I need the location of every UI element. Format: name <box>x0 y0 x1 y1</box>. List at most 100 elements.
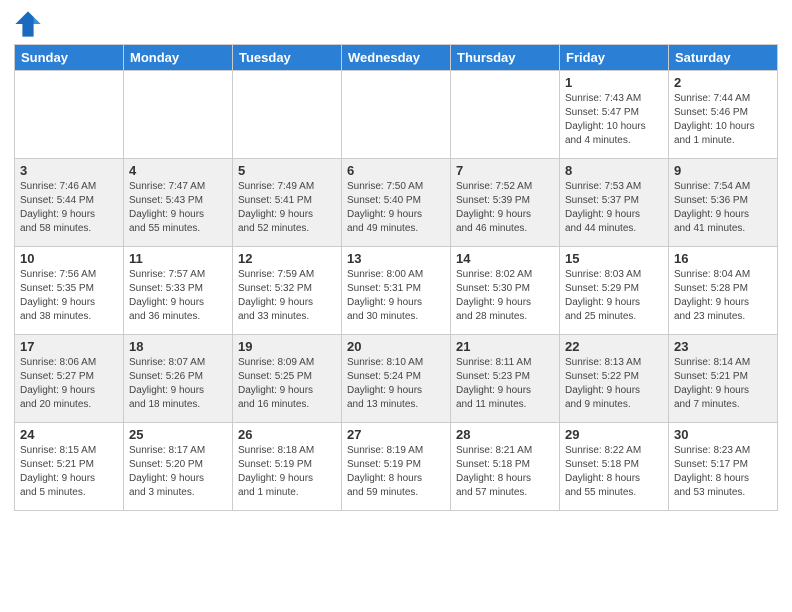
calendar-week-row: 17 Sunrise: 8:06 AM Sunset: 5:27 PM Dayli… <box>15 335 778 423</box>
day-number: 22 <box>565 339 663 354</box>
day-info: Sunrise: 7:43 AM Sunset: 5:47 PM Dayligh… <box>565 92 663 148</box>
day-info: Sunrise: 8:10 AM Sunset: 5:24 PM Dayligh… <box>347 356 445 412</box>
calendar-cell: 30 Sunrise: 8:23 AM Sunset: 5:17 PM Dayli… <box>669 423 778 511</box>
day-info: Sunrise: 8:21 AM Sunset: 5:18 PM Dayligh… <box>456 444 554 500</box>
day-number: 24 <box>20 427 118 442</box>
day-info: Sunrise: 8:18 AM Sunset: 5:19 PM Dayligh… <box>238 444 336 500</box>
day-number: 7 <box>456 163 554 178</box>
day-number: 27 <box>347 427 445 442</box>
calendar-week-row: 1Sunrise: 7:43 AM Sunset: 5:47 PM Daylig… <box>15 71 778 159</box>
day-number: 13 <box>347 251 445 266</box>
logo-icon <box>14 10 42 38</box>
logo <box>14 10 46 38</box>
calendar-header-row: Sunday Monday Tuesday Wednesday Thursday… <box>15 45 778 71</box>
day-info: Sunrise: 8:02 AM Sunset: 5:30 PM Dayligh… <box>456 268 554 324</box>
day-number: 5 <box>238 163 336 178</box>
calendar-cell: 3 Sunrise: 7:46 AM Sunset: 5:44 PM Daylig… <box>15 159 124 247</box>
calendar-week-row: 24 Sunrise: 8:15 AM Sunset: 5:21 PM Dayli… <box>15 423 778 511</box>
day-number: 12 <box>238 251 336 266</box>
calendar-cell: 24 Sunrise: 8:15 AM Sunset: 5:21 PM Dayli… <box>15 423 124 511</box>
page-container: Sunday Monday Tuesday Wednesday Thursday… <box>0 0 792 517</box>
day-info: Sunrise: 8:19 AM Sunset: 5:19 PM Dayligh… <box>347 444 445 500</box>
day-info: Sunrise: 7:50 AM Sunset: 5:40 PM Dayligh… <box>347 180 445 236</box>
day-number: 4 <box>129 163 227 178</box>
day-info: Sunrise: 8:13 AM Sunset: 5:22 PM Dayligh… <box>565 356 663 412</box>
day-number: 18 <box>129 339 227 354</box>
day-info: Sunrise: 7:57 AM Sunset: 5:33 PM Dayligh… <box>129 268 227 324</box>
day-info: Sunrise: 7:46 AM Sunset: 5:44 PM Dayligh… <box>20 180 118 236</box>
calendar-week-row: 10Sunrise: 7:56 AM Sunset: 5:35 PM Dayli… <box>15 247 778 335</box>
day-number: 9 <box>674 163 772 178</box>
calendar-cell: 10Sunrise: 7:56 AM Sunset: 5:35 PM Dayli… <box>15 247 124 335</box>
day-info: Sunrise: 8:23 AM Sunset: 5:17 PM Dayligh… <box>674 444 772 500</box>
calendar-cell <box>233 71 342 159</box>
calendar-cell: 15 Sunrise: 8:03 AM Sunset: 5:29 PM Dayli… <box>560 247 669 335</box>
calendar-cell: 2 Sunrise: 7:44 AM Sunset: 5:46 PM Daylig… <box>669 71 778 159</box>
day-info: Sunrise: 7:52 AM Sunset: 5:39 PM Dayligh… <box>456 180 554 236</box>
day-number: 30 <box>674 427 772 442</box>
day-info: Sunrise: 7:49 AM Sunset: 5:41 PM Dayligh… <box>238 180 336 236</box>
calendar-cell: 25 Sunrise: 8:17 AM Sunset: 5:20 PM Dayli… <box>124 423 233 511</box>
calendar-cell: 26 Sunrise: 8:18 AM Sunset: 5:19 PM Dayli… <box>233 423 342 511</box>
day-info: Sunrise: 8:00 AM Sunset: 5:31 PM Dayligh… <box>347 268 445 324</box>
day-info: Sunrise: 8:04 AM Sunset: 5:28 PM Dayligh… <box>674 268 772 324</box>
calendar-cell: 7 Sunrise: 7:52 AM Sunset: 5:39 PM Daylig… <box>451 159 560 247</box>
calendar-cell: 4Sunrise: 7:47 AM Sunset: 5:43 PM Daylig… <box>124 159 233 247</box>
day-info: Sunrise: 8:22 AM Sunset: 5:18 PM Dayligh… <box>565 444 663 500</box>
calendar-week-row: 3 Sunrise: 7:46 AM Sunset: 5:44 PM Daylig… <box>15 159 778 247</box>
calendar-cell: 20 Sunrise: 8:10 AM Sunset: 5:24 PM Dayli… <box>342 335 451 423</box>
day-info: Sunrise: 8:15 AM Sunset: 5:21 PM Dayligh… <box>20 444 118 500</box>
day-info: Sunrise: 8:14 AM Sunset: 5:21 PM Dayligh… <box>674 356 772 412</box>
col-sunday: Sunday <box>15 45 124 71</box>
day-info: Sunrise: 8:03 AM Sunset: 5:29 PM Dayligh… <box>565 268 663 324</box>
col-wednesday: Wednesday <box>342 45 451 71</box>
day-info: Sunrise: 8:17 AM Sunset: 5:20 PM Dayligh… <box>129 444 227 500</box>
calendar-cell: 29 Sunrise: 8:22 AM Sunset: 5:18 PM Dayli… <box>560 423 669 511</box>
day-number: 23 <box>674 339 772 354</box>
day-info: Sunrise: 7:44 AM Sunset: 5:46 PM Dayligh… <box>674 92 772 148</box>
calendar-cell: 14 Sunrise: 8:02 AM Sunset: 5:30 PM Dayli… <box>451 247 560 335</box>
day-info: Sunrise: 7:56 AM Sunset: 5:35 PM Dayligh… <box>20 268 118 324</box>
day-number: 2 <box>674 75 772 90</box>
calendar-cell <box>451 71 560 159</box>
calendar-cell: 18Sunrise: 8:07 AM Sunset: 5:26 PM Dayli… <box>124 335 233 423</box>
calendar-cell: 5 Sunrise: 7:49 AM Sunset: 5:41 PM Daylig… <box>233 159 342 247</box>
calendar-cell: 21 Sunrise: 8:11 AM Sunset: 5:23 PM Dayli… <box>451 335 560 423</box>
calendar-cell: 17 Sunrise: 8:06 AM Sunset: 5:27 PM Dayli… <box>15 335 124 423</box>
col-friday: Friday <box>560 45 669 71</box>
day-number: 14 <box>456 251 554 266</box>
calendar-cell: 1Sunrise: 7:43 AM Sunset: 5:47 PM Daylig… <box>560 71 669 159</box>
day-number: 6 <box>347 163 445 178</box>
calendar-cell: 16 Sunrise: 8:04 AM Sunset: 5:28 PM Dayli… <box>669 247 778 335</box>
day-number: 15 <box>565 251 663 266</box>
day-info: Sunrise: 7:59 AM Sunset: 5:32 PM Dayligh… <box>238 268 336 324</box>
day-info: Sunrise: 7:54 AM Sunset: 5:36 PM Dayligh… <box>674 180 772 236</box>
day-number: 21 <box>456 339 554 354</box>
col-thursday: Thursday <box>451 45 560 71</box>
day-number: 11 <box>129 251 227 266</box>
day-number: 26 <box>238 427 336 442</box>
day-number: 29 <box>565 427 663 442</box>
day-number: 25 <box>129 427 227 442</box>
day-info: Sunrise: 7:53 AM Sunset: 5:37 PM Dayligh… <box>565 180 663 236</box>
day-info: Sunrise: 8:06 AM Sunset: 5:27 PM Dayligh… <box>20 356 118 412</box>
calendar-cell: 12 Sunrise: 7:59 AM Sunset: 5:32 PM Dayli… <box>233 247 342 335</box>
calendar-cell: 8 Sunrise: 7:53 AM Sunset: 5:37 PM Daylig… <box>560 159 669 247</box>
calendar-cell: 19Sunrise: 8:09 AM Sunset: 5:25 PM Dayli… <box>233 335 342 423</box>
day-number: 19 <box>238 339 336 354</box>
calendar-cell: 23 Sunrise: 8:14 AM Sunset: 5:21 PM Dayli… <box>669 335 778 423</box>
col-tuesday: Tuesday <box>233 45 342 71</box>
col-monday: Monday <box>124 45 233 71</box>
calendar-cell: 6 Sunrise: 7:50 AM Sunset: 5:40 PM Daylig… <box>342 159 451 247</box>
day-number: 17 <box>20 339 118 354</box>
calendar-cell: 9 Sunrise: 7:54 AM Sunset: 5:36 PM Daylig… <box>669 159 778 247</box>
day-number: 8 <box>565 163 663 178</box>
day-number: 3 <box>20 163 118 178</box>
page-header <box>14 10 778 38</box>
day-number: 20 <box>347 339 445 354</box>
day-info: Sunrise: 8:11 AM Sunset: 5:23 PM Dayligh… <box>456 356 554 412</box>
day-number: 16 <box>674 251 772 266</box>
calendar-cell <box>15 71 124 159</box>
calendar-cell: 27 Sunrise: 8:19 AM Sunset: 5:19 PM Dayli… <box>342 423 451 511</box>
calendar-cell: 13 Sunrise: 8:00 AM Sunset: 5:31 PM Dayli… <box>342 247 451 335</box>
